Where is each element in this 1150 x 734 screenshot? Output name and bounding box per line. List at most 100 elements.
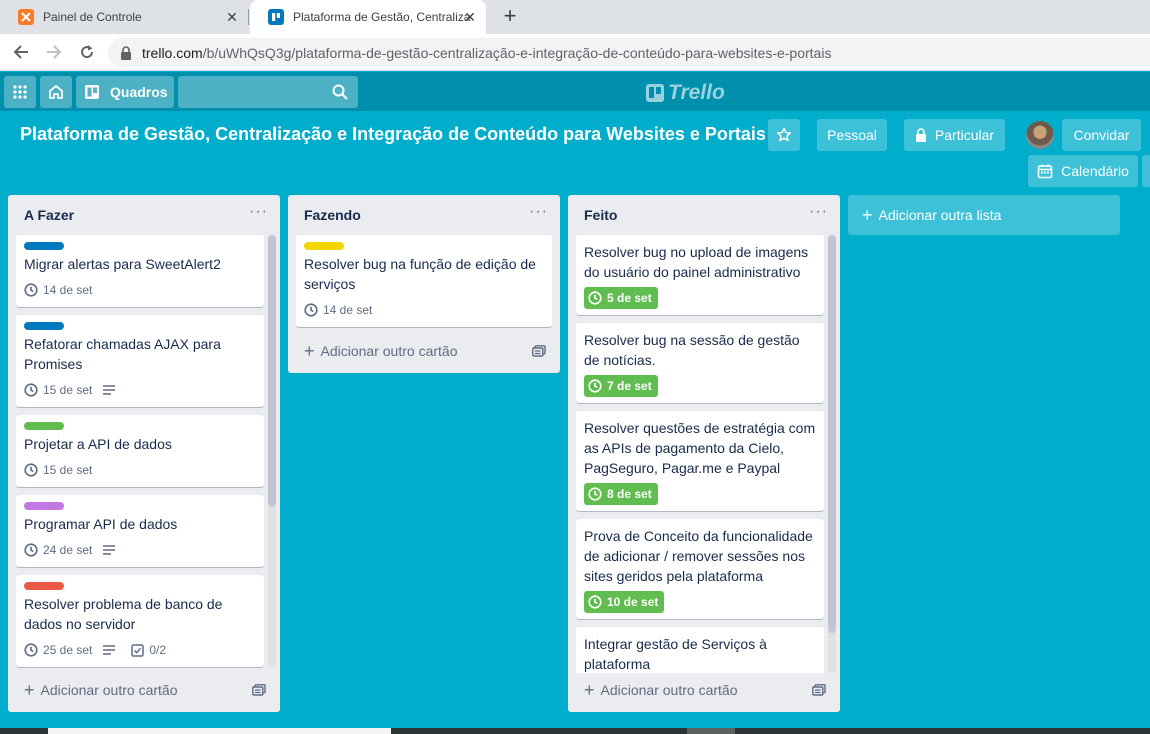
- calendar-icon: [1037, 164, 1053, 179]
- close-tab-icon[interactable]: ✕: [224, 9, 240, 25]
- back-icon[interactable]: [9, 41, 33, 63]
- add-list-button[interactable]: + Adicionar outra lista: [848, 195, 1120, 235]
- list-fazendo: Fazendo ··· Resolver bug na função de ed…: [288, 195, 560, 373]
- card-badges: 7 de set: [584, 375, 816, 397]
- card[interactable]: Resolver bug no upload de imagens do usu…: [576, 235, 824, 315]
- due-date: 14 de set: [323, 303, 373, 317]
- list-title[interactable]: Feito: [584, 207, 617, 223]
- board-icon: [85, 85, 99, 99]
- card-label[interactable]: [24, 502, 64, 510]
- card-badges: 14 de set: [304, 300, 544, 320]
- close-tab-icon[interactable]: ✕: [462, 9, 478, 25]
- list-menu-icon[interactable]: ···: [809, 203, 828, 221]
- browser-tab-title: Painel de Controle: [43, 10, 142, 24]
- due-complete-badge[interactable]: 10 de set: [584, 591, 665, 613]
- invite-button[interactable]: Convidar: [1062, 119, 1141, 151]
- star-icon: [776, 127, 792, 142]
- home-button[interactable]: [40, 76, 72, 108]
- due-complete-badge[interactable]: 5 de set: [584, 287, 658, 309]
- card[interactable]: Resolver bug na sessão de gestão de notí…: [576, 323, 824, 403]
- list-scrollbar[interactable]: [268, 235, 276, 507]
- card[interactable]: Resolver questões de estratégia com as A…: [576, 411, 824, 511]
- card[interactable]: Integrar gestão de Serviços à plataforma: [576, 627, 824, 673]
- forward-icon[interactable]: [42, 41, 66, 63]
- card[interactable]: Programar API de dados 24 de set: [16, 495, 264, 567]
- calendar-button[interactable]: Calendário: [1028, 155, 1138, 187]
- due-complete-badge[interactable]: 7 de set: [584, 375, 658, 397]
- card-template-icon[interactable]: [252, 684, 266, 696]
- list-header: Fazendo ···: [288, 195, 560, 235]
- card-title: Refatorar chamadas AJAX para Promises: [24, 336, 221, 372]
- avatar[interactable]: [1026, 121, 1054, 149]
- card[interactable]: Refatorar chamadas AJAX para Promises 15…: [16, 315, 264, 407]
- apps-button[interactable]: [4, 76, 36, 108]
- browser-tab-painel[interactable]: Painel de Controle ✕: [0, 0, 248, 34]
- card-title: Resolver bug na sessão de gestão de notí…: [584, 332, 800, 368]
- list-title[interactable]: A Fazer: [24, 207, 74, 223]
- reload-icon[interactable]: [75, 41, 99, 63]
- trello-logo[interactable]: Trello: [646, 81, 725, 105]
- new-tab-button[interactable]: +: [498, 5, 522, 29]
- card-label[interactable]: [24, 582, 64, 590]
- taskbar-strip: [0, 728, 1150, 734]
- card-badges: 15 de set: [24, 460, 256, 480]
- list-header: A Fazer ···: [8, 195, 280, 235]
- plus-icon: +: [304, 341, 315, 361]
- taskbar-segment: [48, 728, 391, 734]
- list-scrollbar[interactable]: [828, 235, 836, 633]
- card-title: Projetar a API de dados: [24, 436, 172, 452]
- add-card-button[interactable]: + Adicionar outro cartão: [304, 339, 457, 363]
- due-date: 24 de set: [43, 543, 93, 557]
- card-label[interactable]: [24, 422, 64, 430]
- card-label[interactable]: [304, 242, 344, 250]
- card-title: Resolver problema de banco de dados no s…: [24, 596, 223, 632]
- checklist-badge: 0/2: [131, 643, 166, 657]
- card[interactable]: Resolver bug na função de edição de serv…: [296, 235, 552, 327]
- url-path: /b/uWhQsQ3g/plataforma-de-gestão-central…: [202, 44, 832, 61]
- boards-label: Quadros: [110, 84, 168, 100]
- card[interactable]: Prova de Conceito da funcionalidade de a…: [576, 519, 824, 619]
- list-menu-icon[interactable]: ···: [529, 203, 548, 221]
- card-badges: 24 de set: [24, 540, 256, 560]
- card-title: Resolver bug no upload de imagens do usu…: [584, 244, 809, 280]
- boards-button[interactable]: Quadros: [76, 76, 174, 108]
- trello-icon: [268, 9, 284, 25]
- card[interactable]: Projetar a API de dados 15 de set: [16, 415, 264, 487]
- card-title: Resolver bug na função de edição de serv…: [304, 256, 536, 292]
- list-menu-icon[interactable]: ···: [249, 203, 268, 221]
- due-complete-badge[interactable]: 8 de set: [584, 483, 658, 505]
- due-date: 25 de set: [43, 643, 93, 657]
- clock-icon: [588, 291, 602, 305]
- lock-icon: [121, 45, 131, 60]
- search-input[interactable]: [178, 76, 358, 108]
- add-card-label: Adicionar outro cartão: [600, 682, 738, 698]
- description-icon: [102, 384, 121, 396]
- card[interactable]: Migrar alertas para SweetAlert2 14 de se…: [16, 235, 264, 307]
- card[interactable]: Resolver problema de banco de dados no s…: [16, 575, 264, 667]
- xampp-icon: [18, 9, 34, 25]
- card-label[interactable]: [24, 322, 64, 330]
- list-header: Feito ···: [568, 195, 840, 235]
- board-title[interactable]: Plataforma de Gestão, Centralização e In…: [20, 124, 766, 145]
- visibility-button[interactable]: Particular: [904, 119, 1005, 151]
- add-card-button[interactable]: + Adicionar outro cartão: [24, 678, 177, 702]
- add-card-button[interactable]: + Adicionar outro cartão: [584, 678, 737, 702]
- browser-tab-trello[interactable]: Plataforma de Gestão, Centraliza ✕: [250, 0, 486, 34]
- card-label[interactable]: [24, 242, 64, 250]
- home-icon: [49, 85, 63, 99]
- card-template-icon[interactable]: [532, 345, 546, 357]
- team-button[interactable]: Pessoal: [817, 119, 887, 151]
- due-date: 5 de set: [607, 291, 652, 305]
- star-button[interactable]: [768, 119, 800, 151]
- add-card-label: Adicionar outro cartão: [320, 343, 458, 359]
- due-date: 14 de set: [43, 283, 93, 297]
- trello-header: Quadros Trello: [0, 72, 1150, 111]
- taskbar-segment: [687, 728, 735, 734]
- card-template-icon[interactable]: [812, 684, 826, 696]
- url-host: trello.com: [142, 44, 203, 61]
- clock-icon: [588, 595, 602, 609]
- plus-icon: +: [24, 680, 35, 700]
- more-button[interactable]: [1142, 155, 1150, 187]
- list-title[interactable]: Fazendo: [304, 207, 361, 223]
- url-bar[interactable]: trello.com/b/uWhQsQ3g/plataforma-de-gest…: [108, 38, 1150, 67]
